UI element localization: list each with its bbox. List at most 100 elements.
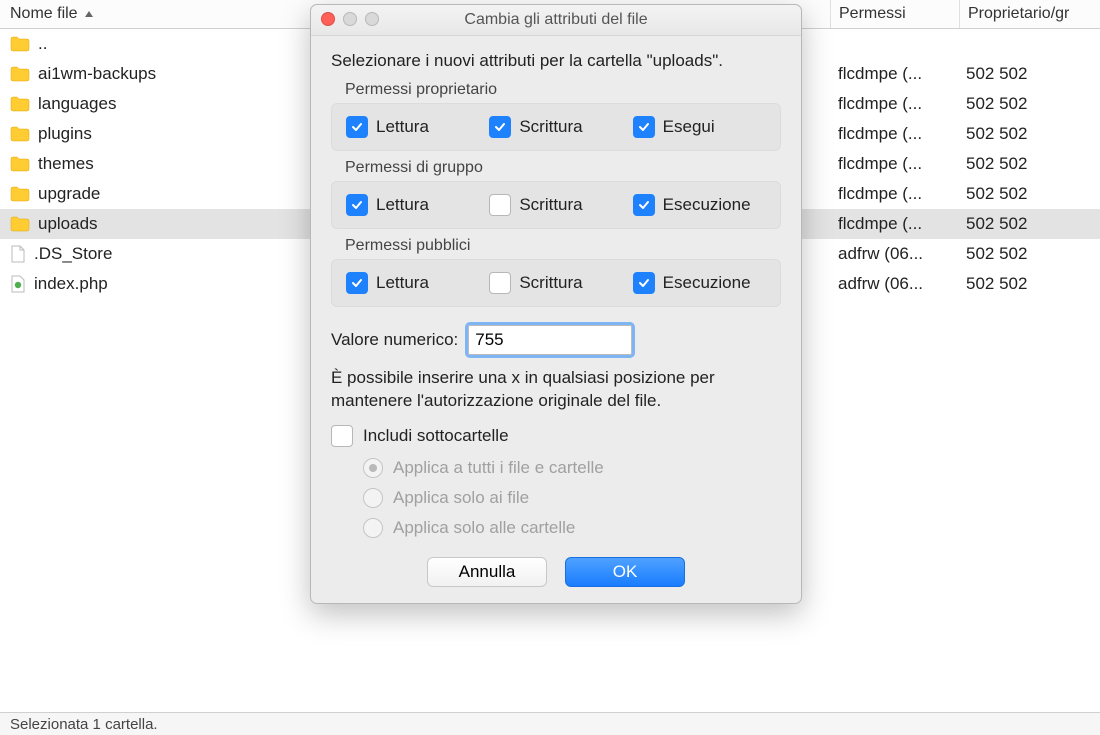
file-icon xyxy=(10,275,26,293)
permission-checkbox[interactable] xyxy=(346,272,368,294)
permissions-group-label: Permessi di gruppo xyxy=(345,159,781,177)
permission-label: Lettura xyxy=(376,117,429,137)
permission-checkbox[interactable] xyxy=(633,272,655,294)
recurse-radio-group: Applica a tutti i file e cartelle Applica… xyxy=(363,453,781,543)
column-header-owner-label: Proprietario/gr xyxy=(968,5,1069,23)
radio-icon xyxy=(363,488,383,508)
recurse-radio-item[interactable]: Applica solo alle cartelle xyxy=(363,513,781,543)
permissions-group-label: Permessi pubblici xyxy=(345,237,781,255)
permission-item: Lettura xyxy=(346,116,479,138)
permission-item: Scrittura xyxy=(489,194,622,216)
dialog-buttons: Annulla OK xyxy=(331,557,781,587)
file-name: plugins xyxy=(38,124,92,144)
file-owner: 502 502 xyxy=(958,154,1100,174)
file-name: themes xyxy=(38,154,94,174)
folder-icon xyxy=(10,96,30,112)
permission-label: Lettura xyxy=(376,273,429,293)
file-owner: 502 502 xyxy=(958,274,1100,294)
permission-item: Esegui xyxy=(633,116,766,138)
permission-item: Scrittura xyxy=(489,272,622,294)
file-name: uploads xyxy=(38,214,98,234)
permissions-group-label: Permessi proprietario xyxy=(345,81,781,99)
dialog-title: Cambia gli attributi del file xyxy=(464,11,647,29)
permission-checkbox[interactable] xyxy=(346,194,368,216)
permissions-group: Lettura Scrittura Esecuzione xyxy=(331,259,781,307)
status-bar: Selezionata 1 cartella. xyxy=(0,712,1100,735)
permission-label: Esegui xyxy=(663,117,715,137)
permission-checkbox[interactable] xyxy=(489,194,511,216)
file-name: ai1wm-backups xyxy=(38,64,156,84)
numeric-value-row: Valore numerico: xyxy=(331,325,781,355)
file-attributes-dialog: Cambia gli attributi del file Selezionar… xyxy=(310,4,802,604)
ok-button[interactable]: OK xyxy=(565,557,685,587)
permission-item: Esecuzione xyxy=(633,194,766,216)
folder-icon xyxy=(10,126,30,142)
permission-item: Lettura xyxy=(346,194,479,216)
file-owner: 502 502 xyxy=(958,244,1100,264)
permission-item: Lettura xyxy=(346,272,479,294)
file-permissions: flcdmpe (... xyxy=(830,64,958,84)
file-owner: 502 502 xyxy=(958,64,1100,84)
file-owner: 502 502 xyxy=(958,184,1100,204)
dialog-intro: Selezionare i nuovi attributi per la car… xyxy=(331,50,781,73)
permission-label: Lettura xyxy=(376,195,429,215)
permissions-group: Lettura Scrittura Esegui xyxy=(331,103,781,151)
status-text: Selezionata 1 cartella. xyxy=(10,716,158,733)
folder-icon xyxy=(10,36,30,52)
file-permissions: adfrw (06... xyxy=(830,244,958,264)
radio-icon xyxy=(363,458,383,478)
file-permissions: flcdmpe (... xyxy=(830,94,958,114)
numeric-value-input[interactable] xyxy=(468,325,632,355)
sort-ascending-icon xyxy=(84,10,94,18)
recurse-checkbox[interactable] xyxy=(331,425,353,447)
file-name: index.php xyxy=(34,274,108,294)
dialog-body: Selezionare i nuovi attributi per la car… xyxy=(311,36,801,603)
permission-label: Esecuzione xyxy=(663,273,751,293)
permission-checkbox[interactable] xyxy=(489,272,511,294)
file-permissions: flcdmpe (... xyxy=(830,154,958,174)
radio-label: Applica solo alle cartelle xyxy=(393,518,575,538)
recurse-radio-item[interactable]: Applica solo ai file xyxy=(363,483,781,513)
numeric-hint: È possibile inserire una x in qualsiasi … xyxy=(331,367,781,413)
file-permissions: flcdmpe (... xyxy=(830,124,958,144)
file-permissions: adfrw (06... xyxy=(830,274,958,294)
radio-label: Applica solo ai file xyxy=(393,488,529,508)
file-name: .DS_Store xyxy=(34,244,112,264)
permission-checkbox[interactable] xyxy=(346,116,368,138)
file-name: upgrade xyxy=(38,184,100,204)
permission-label: Scrittura xyxy=(519,195,582,215)
permission-checkbox[interactable] xyxy=(633,116,655,138)
recurse-row: Includi sottocartelle xyxy=(331,425,781,447)
dialog-titlebar[interactable]: Cambia gli attributi del file xyxy=(311,5,801,36)
column-header-permissions[interactable]: Permessi xyxy=(831,0,960,28)
file-owner: 502 502 xyxy=(958,94,1100,114)
permission-label: Scrittura xyxy=(519,273,582,293)
file-permissions: flcdmpe (... xyxy=(830,184,958,204)
permission-label: Scrittura xyxy=(519,117,582,137)
permissions-group: Lettura Scrittura Esecuzione xyxy=(331,181,781,229)
folder-icon xyxy=(10,66,30,82)
close-icon[interactable] xyxy=(321,12,335,26)
column-header-perm-label: Permessi xyxy=(839,5,906,23)
permission-checkbox[interactable] xyxy=(633,194,655,216)
column-header-owner[interactable]: Proprietario/gr xyxy=(960,0,1100,28)
zoom-icon[interactable] xyxy=(365,12,379,26)
file-owner: 502 502 xyxy=(958,214,1100,234)
permission-item: Esecuzione xyxy=(633,272,766,294)
permission-checkbox[interactable] xyxy=(489,116,511,138)
permission-label: Esecuzione xyxy=(663,195,751,215)
minimize-icon[interactable] xyxy=(343,12,357,26)
file-owner: 502 502 xyxy=(958,124,1100,144)
folder-icon xyxy=(10,186,30,202)
column-header-name-label: Nome file xyxy=(10,5,78,23)
file-icon xyxy=(10,245,26,263)
radio-label: Applica a tutti i file e cartelle xyxy=(393,458,604,478)
cancel-button[interactable]: Annulla xyxy=(427,557,547,587)
permission-item: Scrittura xyxy=(489,116,622,138)
recurse-radio-item[interactable]: Applica a tutti i file e cartelle xyxy=(363,453,781,483)
folder-icon xyxy=(10,216,30,232)
file-name: languages xyxy=(38,94,116,114)
numeric-value-label: Valore numerico: xyxy=(331,330,458,350)
folder-icon xyxy=(10,156,30,172)
radio-icon xyxy=(363,518,383,538)
